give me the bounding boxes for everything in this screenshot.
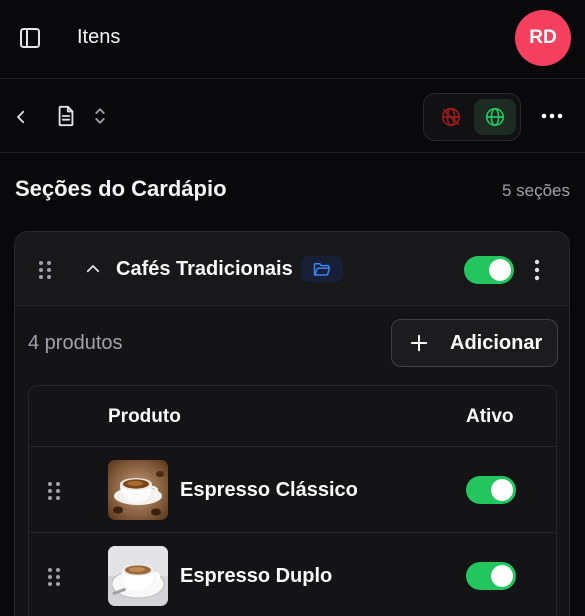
table-header: Produto Ativo bbox=[29, 386, 556, 447]
avatar[interactable]: RD bbox=[515, 10, 571, 66]
add-product-label: Adicionar bbox=[450, 331, 543, 354]
toolbar bbox=[0, 80, 585, 153]
document-icon[interactable] bbox=[52, 102, 80, 130]
chevron-up-icon[interactable] bbox=[81, 257, 105, 281]
page-title: Itens bbox=[77, 26, 121, 48]
avatar-initials: RD bbox=[529, 27, 557, 48]
column-header-active: Ativo bbox=[466, 406, 514, 427]
toggle-knob bbox=[489, 259, 511, 281]
products-count: 4 produtos bbox=[28, 332, 123, 354]
drag-handle-icon[interactable] bbox=[37, 259, 53, 281]
category-active-toggle[interactable] bbox=[464, 256, 514, 284]
category-header: Cafés Tradicionais bbox=[15, 232, 569, 306]
plus-icon bbox=[410, 334, 428, 352]
products-table: Produto Ativo Espresso Clássico Espresso… bbox=[28, 385, 557, 616]
sections-heading: Seções do Cardápio bbox=[15, 176, 227, 201]
product-image bbox=[108, 546, 168, 606]
language-toggle-group bbox=[423, 93, 521, 141]
sections-count: 5 seções bbox=[501, 181, 570, 200]
column-header-product: Produto bbox=[108, 406, 181, 427]
table-row: Espresso Duplo bbox=[29, 533, 556, 616]
product-active-toggle[interactable] bbox=[466, 562, 516, 590]
globe-off-icon[interactable] bbox=[430, 99, 472, 135]
toggle-knob bbox=[491, 479, 513, 501]
category-name: Cafés Tradicionais bbox=[116, 258, 293, 280]
product-name: Espresso Duplo bbox=[180, 565, 333, 587]
drag-handle-icon[interactable] bbox=[46, 480, 62, 502]
top-bar: Itens RD bbox=[0, 0, 585, 79]
sidebar-toggle-icon[interactable] bbox=[18, 26, 42, 50]
add-product-button[interactable]: Adicionar bbox=[391, 319, 558, 367]
product-image bbox=[108, 460, 168, 520]
drag-handle-icon[interactable] bbox=[46, 566, 62, 588]
product-name: Espresso Clássico bbox=[180, 479, 358, 501]
chevron-left-icon[interactable] bbox=[8, 104, 34, 130]
folder-open-icon bbox=[301, 256, 343, 282]
more-vertical-icon[interactable] bbox=[527, 257, 547, 283]
table-row: Espresso Clássico bbox=[29, 447, 556, 533]
product-active-toggle[interactable] bbox=[466, 476, 516, 504]
category-card: Cafés Tradicionais 4 produtos Adicionar … bbox=[14, 231, 570, 616]
more-horizontal-icon[interactable] bbox=[536, 102, 568, 130]
toggle-knob bbox=[491, 565, 513, 587]
chevron-up-down-icon[interactable] bbox=[88, 102, 112, 130]
globe-icon[interactable] bbox=[474, 99, 516, 135]
